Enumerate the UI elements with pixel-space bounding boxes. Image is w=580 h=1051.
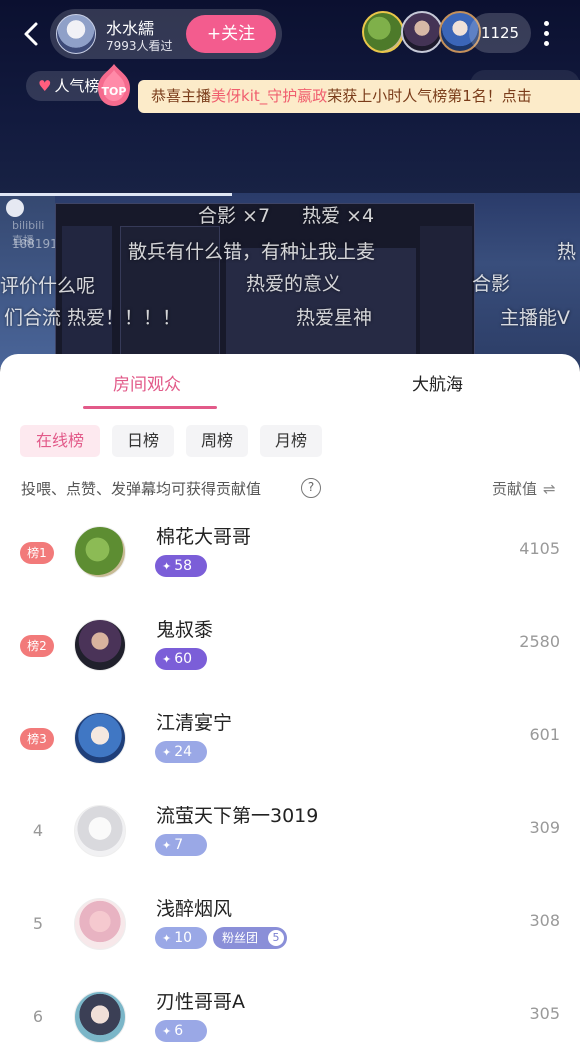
danmaku: 散兵有什么错，有种让我上麦 bbox=[128, 241, 376, 263]
danmaku: 热爱的意义 bbox=[246, 273, 342, 295]
fan-club-level: 5 bbox=[268, 930, 284, 946]
contribution-hint: 投喂、点赞、发弹幕均可获得贡献值 bbox=[21, 480, 262, 498]
list-item[interactable]: 榜3 江清宴宁 ✦ 24 601 bbox=[0, 690, 580, 782]
rank-badge: 榜3 bbox=[20, 728, 54, 750]
level-badge: ✦ 6 bbox=[155, 1020, 207, 1042]
announcement-banner[interactable]: 恭喜主播美伢kit_守护嬴政荣获上小时人气榜第1名！点击 bbox=[138, 80, 580, 113]
level-icon: ✦ bbox=[162, 746, 172, 759]
danmaku: 热爱星神 bbox=[296, 307, 373, 329]
video-player[interactable]: bilibili直播 1881915847 合影 ×7 热爱 ×4 散兵有什么错… bbox=[0, 193, 580, 368]
danmaku: 们合流 热爱！！！！ bbox=[4, 307, 182, 329]
contribution-label: 贡献值 bbox=[492, 480, 538, 498]
contribution-score: 4105 bbox=[519, 539, 560, 558]
top-badge-icon: TOP bbox=[90, 62, 138, 110]
level-value: 6 bbox=[174, 1023, 184, 1039]
avatar[interactable] bbox=[74, 805, 126, 857]
more-icon[interactable] bbox=[536, 18, 556, 50]
audience-sheet: 房间观众 大航海 在线榜 日榜 周榜 月榜 投喂、点赞、发弹幕均可获得贡献值 ?… bbox=[0, 354, 580, 1051]
level-icon: ✦ bbox=[162, 560, 172, 573]
host-avatar[interactable] bbox=[56, 14, 96, 54]
chip-daily[interactable]: 日榜 bbox=[112, 425, 174, 457]
online-count[interactable]: 1125 bbox=[469, 13, 531, 53]
rank-number: 5 bbox=[32, 914, 44, 933]
screen-panel bbox=[420, 226, 472, 356]
contribution-score: 308 bbox=[529, 911, 560, 930]
contribution-score: 305 bbox=[529, 1004, 560, 1023]
chip-weekly[interactable]: 周榜 bbox=[186, 425, 248, 457]
announcement-highlight: 美伢kit_守护嬴政 bbox=[211, 87, 328, 105]
fan-club-badge: 粉丝团 5 bbox=[213, 927, 287, 949]
help-icon[interactable]: ? bbox=[301, 478, 321, 498]
list-item[interactable]: 榜1 棉花大哥哥 ✦ 58 4105 bbox=[0, 504, 580, 596]
chip-online[interactable]: 在线榜 bbox=[20, 425, 100, 457]
avatar[interactable] bbox=[74, 526, 126, 578]
replay-icon[interactable] bbox=[6, 199, 24, 217]
follow-button[interactable]: +关注 bbox=[186, 15, 276, 53]
list-item[interactable]: 6 刃性哥哥A ✦ 6 305 bbox=[0, 969, 580, 1051]
user-name: 棉花大哥哥 bbox=[156, 526, 252, 548]
tab-indicator bbox=[83, 406, 217, 409]
contribution-score: 601 bbox=[529, 725, 560, 744]
level-value: 10 bbox=[174, 930, 193, 946]
user-name: 流萤天下第一3019 bbox=[156, 805, 319, 827]
rank-number: 6 bbox=[32, 1007, 44, 1026]
avatar[interactable] bbox=[74, 991, 126, 1043]
level-badge: ✦ 24 bbox=[155, 741, 207, 763]
top-viewer-avatar-2[interactable] bbox=[401, 11, 443, 53]
fan-club-label: 粉丝团 bbox=[222, 931, 259, 945]
level-value: 7 bbox=[174, 837, 184, 853]
avatar[interactable] bbox=[74, 712, 126, 764]
tab-room-audience[interactable]: 房间观众 bbox=[113, 370, 181, 395]
user-name: 鬼叔黍 bbox=[156, 619, 214, 641]
contribution-score: 2580 bbox=[519, 632, 560, 651]
host-name: 水水繻 bbox=[106, 19, 155, 38]
level-icon: ✦ bbox=[162, 1025, 172, 1038]
level-badge: ✦ 10 bbox=[155, 927, 207, 949]
progress-bar bbox=[0, 193, 232, 196]
level-value: 24 bbox=[174, 744, 193, 760]
list-item[interactable]: 5 浅醉烟风 ✦ 10 粉丝团 5 308 bbox=[0, 876, 580, 968]
fire-icon: ♥ bbox=[38, 77, 52, 95]
danmaku: 合影 bbox=[472, 273, 511, 295]
contribution-score: 309 bbox=[529, 818, 560, 837]
level-value: 58 bbox=[174, 558, 193, 574]
level-badge: ✦ 58 bbox=[155, 555, 207, 577]
danmaku: 评价什么呢 bbox=[0, 275, 96, 297]
rank-badge: 榜2 bbox=[20, 635, 54, 657]
danmaku: 热爱 ×4 bbox=[302, 205, 375, 227]
level-badge: ✦ 60 bbox=[155, 648, 207, 670]
level-icon: ✦ bbox=[162, 839, 172, 852]
danmaku: 热 bbox=[557, 241, 577, 263]
list-item[interactable]: 4 流萤天下第一3019 ✦ 7 309 bbox=[0, 783, 580, 875]
swap-icon: ⇌ bbox=[543, 480, 556, 498]
avatar[interactable] bbox=[74, 898, 126, 950]
back-icon[interactable] bbox=[18, 20, 46, 48]
level-badge: ✦ 7 bbox=[155, 834, 207, 856]
chip-monthly[interactable]: 月榜 bbox=[260, 425, 322, 457]
list-item[interactable]: 榜2 鬼叔黍 ✦ 60 2580 bbox=[0, 597, 580, 689]
rank-number: 4 bbox=[32, 821, 44, 840]
level-icon: ✦ bbox=[162, 932, 172, 945]
stream-header: 水水繻 7993人看过 +关注 1125 ♥ 人气榜 TOP 恭喜主播美伢kit_… bbox=[0, 0, 580, 195]
host-viewers: 7993人看过 bbox=[106, 39, 173, 53]
rank-badge: 榜1 bbox=[20, 542, 54, 564]
danmaku: 合影 ×7 bbox=[198, 205, 271, 227]
top-badge-text: TOP bbox=[102, 85, 127, 98]
host-info[interactable]: 水水繻 7993人看过 +关注 bbox=[50, 9, 282, 59]
user-name: 浅醉烟风 bbox=[156, 898, 233, 920]
announcement-prefix: 恭喜主播 bbox=[151, 87, 212, 105]
tab-guard[interactable]: 大航海 bbox=[412, 370, 463, 395]
user-name: 刃性哥哥A bbox=[156, 991, 245, 1013]
level-value: 60 bbox=[174, 651, 193, 667]
announcement-suffix: 荣获上小时人气榜第1名！点击 bbox=[327, 87, 532, 105]
avatar[interactable] bbox=[74, 619, 126, 671]
user-name: 江清宴宁 bbox=[156, 712, 233, 734]
contribution-sort[interactable]: 贡献值 ⇌ bbox=[492, 478, 556, 499]
level-icon: ✦ bbox=[162, 653, 172, 666]
danmaku: 主播能V bbox=[500, 307, 570, 329]
top-viewer-avatar-1[interactable] bbox=[362, 11, 404, 53]
